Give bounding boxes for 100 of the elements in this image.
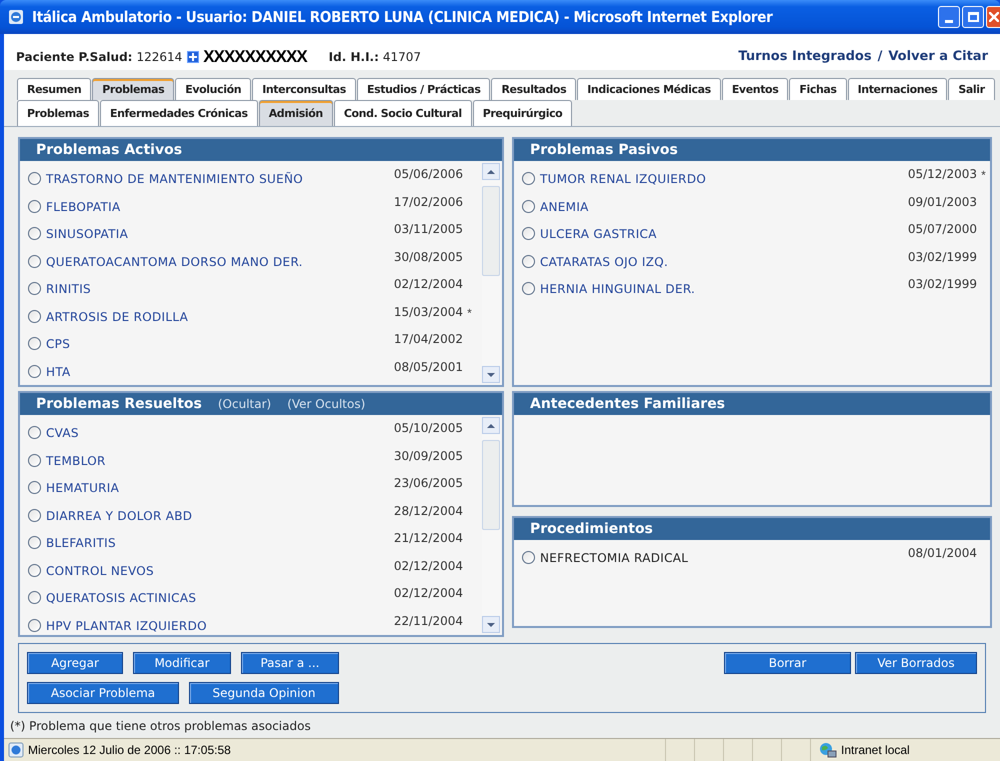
header-link[interactable]: (Ver Ocultos) [287,395,366,414]
problem-name: RINITIS [46,281,92,298]
problem-name: SINUSOPATIA [46,226,130,244]
page-icon [8,742,24,758]
radio-button[interactable] [28,591,41,604]
associated-mark: * [466,304,473,322]
tab[interactable]: Problemas [92,78,174,100]
scroll-down-button[interactable] [482,616,500,634]
browser-icon [8,9,24,25]
tab[interactable]: Resumen [17,78,92,100]
problem-name: CPS [46,336,72,354]
scrollbar[interactable] [482,163,500,384]
action-button[interactable]: Borrar [724,652,851,674]
network-globe-icon [819,742,837,758]
maximize-button[interactable] [962,6,984,28]
problem-date: 05/06/2006 [394,166,463,184]
problem-name: ANEMIA [540,198,590,216]
problem-date: 02/12/2004 [394,585,463,602]
scroll-up-button[interactable] [482,163,500,180]
problem-name: BLEFARITIS [46,535,117,552]
action-button[interactable]: Ver Borrados [855,652,977,674]
tab[interactable]: Eventos [722,78,788,100]
problem-date: 09/01/2003 [908,194,977,211]
tab[interactable]: Evolución [175,78,252,100]
window-title: Itálica Ambulatorio - Usuario: DANIEL ROBERTO LUNA (CLINICA MEDICA) - Microsoft Internet Explorer [32,6,773,28]
minimize-button[interactable] [938,6,960,28]
header-link[interactable]: (Ocultar) [218,395,272,414]
problem-name: ARTROSIS DE RODILLA [46,308,190,326]
problem-name: TUMOR RENAL IZQUIERDO [540,171,708,188]
radio-button[interactable] [522,254,535,268]
radio-button[interactable] [28,227,41,240]
problem-name: CVAS [46,425,80,442]
action-button[interactable]: Asociar Problema [27,682,179,704]
action-button[interactable]: Modificar [133,652,231,674]
problem-name: TEMBLOR [46,452,107,470]
problem-date: 03/02/1999 [908,276,977,294]
panel-title: Problemas Activos [36,140,182,160]
tab[interactable]: Estudios / Prácticas [356,78,490,100]
problem-name: NEFRECTOMIA RADICAL [540,550,690,568]
radio-button[interactable] [28,508,41,522]
action-button[interactable]: Pasar a ... [241,652,339,674]
tab[interactable]: Enfermedades Crónicas [100,100,258,126]
scrollbar-thumb[interactable] [482,186,500,276]
tab[interactable]: Fichas [789,78,847,100]
problem-date: 05/12/2003 [908,166,977,184]
radio-button[interactable] [28,536,41,550]
problem-name: DIARREA Y DOLOR ABD [46,508,194,525]
action-button[interactable]: Agregar [27,652,123,674]
scroll-up-button[interactable] [482,417,500,434]
radio-button[interactable] [28,337,41,350]
radio-button[interactable] [28,310,41,323]
problem-name: HERNIA HINGUINAL DER. [540,281,696,298]
problem-date: 02/12/2004 [394,558,463,575]
plus-icon[interactable] [187,50,200,63]
security-zone: Intranet local [841,742,910,760]
radio-button[interactable] [28,481,41,494]
tab[interactable]: Indicaciones Médicas [577,78,721,100]
problem-date: 05/07/2000 [908,221,977,238]
tab[interactable]: Interconsultas [252,78,356,100]
radio-button[interactable] [522,227,535,240]
close-button[interactable] [986,6,1000,28]
problem-date: 30/09/2005 [394,448,463,465]
tab[interactable]: Cond. Socio Cultural [334,100,472,126]
radio-button[interactable] [28,364,41,378]
nav-link[interactable]: Volver a Citar [888,47,988,66]
radio-button[interactable] [28,454,41,467]
radio-button[interactable] [28,200,41,213]
radio-button[interactable] [28,426,41,440]
radio-button[interactable] [522,282,535,296]
panel-title: Antecedentes Familiares [530,394,726,414]
patient-label: Paciente P.Salud: [16,48,132,66]
scroll-down-button[interactable] [482,366,500,384]
tab[interactable]: Salir [948,78,995,100]
action-button[interactable]: Segunda Opinion [189,682,339,704]
tab[interactable]: Resultados [491,78,576,100]
problem-date: 02/12/2004 [394,276,463,294]
problem-name: QUERATOACANTOMA DORSO MANO DER. [46,254,304,271]
patient-number: 122614 [136,48,182,66]
tab[interactable]: Admisión [258,100,333,126]
problem-date: 17/04/2002 [394,331,463,348]
radio-button[interactable] [28,564,41,577]
problem-name: HTA [46,364,72,381]
scrollbar[interactable] [482,417,500,634]
radio-button[interactable] [28,172,41,186]
radio-button[interactable] [28,282,41,296]
radio-button[interactable] [28,254,41,268]
problem-date: 23/06/2005 [394,475,463,492]
panel-title: Problemas Pasivos [530,140,678,160]
problem-name: FLEBOPATIA [46,198,122,216]
radio-button[interactable] [522,200,535,213]
nav-link[interactable]: Turnos Integrados [738,47,872,66]
scrollbar-thumb[interactable] [482,440,500,530]
problem-date: 17/02/2006 [394,194,463,211]
radio-button[interactable] [522,172,535,186]
tab[interactable]: Internaciones [848,78,948,100]
radio-button[interactable] [28,618,41,632]
tab[interactable]: Problemas [17,100,99,126]
problem-date: 08/01/2004 [908,545,977,562]
radio-button[interactable] [522,551,535,564]
tab[interactable]: Prequirúrgico [472,100,572,126]
